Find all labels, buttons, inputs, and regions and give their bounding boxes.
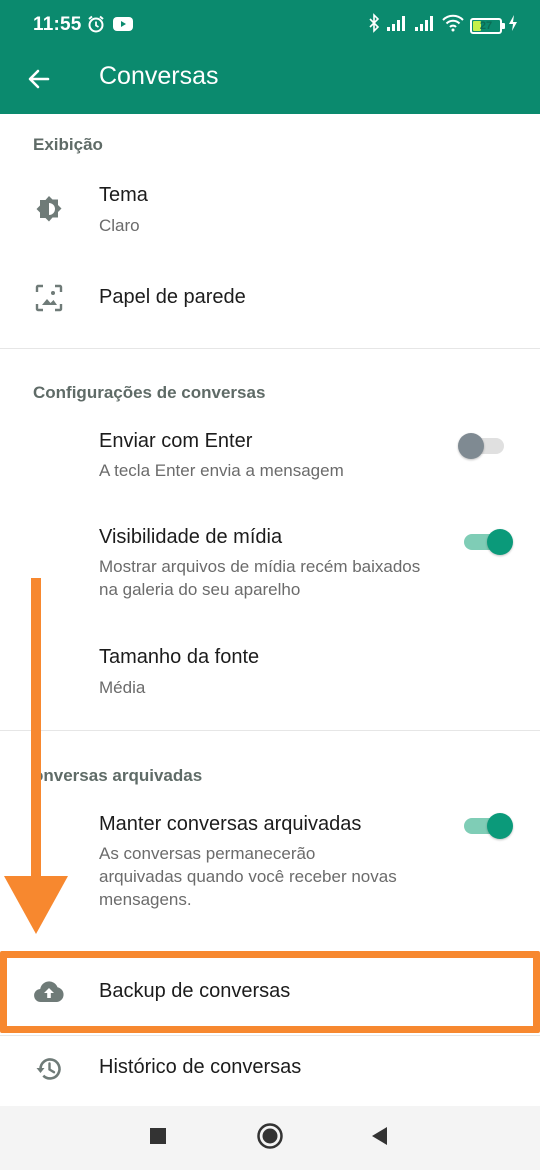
setting-font-size-subtitle: Média [99,678,146,697]
alarm-icon [86,14,106,39]
app-bar: Conversas [0,50,540,114]
youtube-icon [112,15,134,38]
setting-media-visibility-subtitle: Mostrar arquivos de mídia recém baixados… [99,557,421,599]
battery-percent: 27 [479,19,493,32]
status-bar: 11:55 27 [0,0,540,50]
section-header-archived: onversas arquivadas [33,766,203,785]
setting-wallpaper-title: Papel de parede [99,286,246,308]
status-time: 11:55 [33,14,82,35]
system-nav-bar [0,1106,540,1170]
setting-media-visibility-title: Visibilidade de mídia [99,526,283,548]
divider [0,348,540,349]
setting-keep-archived-title: Manter conversas arquivadas [99,813,362,835]
wallpaper-icon [32,281,66,315]
cloud-upload-icon [32,975,66,1009]
recents-square-icon [149,1127,167,1150]
setting-wallpaper[interactable]: Papel de parede [0,262,540,334]
charging-icon [508,14,518,37]
history-icon [32,1052,66,1086]
brightness-icon [32,192,66,226]
keep-archived-toggle[interactable] [458,809,514,843]
setting-enter-send[interactable]: Enviar com Enter A tecla Enter envia a m… [0,418,540,488]
setting-font-size[interactable]: Tamanho da fonte Média [0,636,540,708]
home-circle-icon [256,1122,284,1155]
setting-theme-subtitle: Claro [99,216,140,235]
setting-font-size-title: Tamanho da fonte [99,646,260,668]
media-visibility-toggle[interactable] [458,525,514,559]
home-button[interactable] [254,1122,286,1154]
setting-theme[interactable]: Tema Claro [0,168,540,252]
setting-chat-history-title: Histórico de conversas [99,1056,302,1078]
arrow-back-icon [27,67,51,96]
setting-keep-archived-subtitle: As conversas permanecerão arquivadas qua… [99,844,397,909]
section-header-display: Exibição [33,135,103,154]
back-button[interactable] [16,58,62,104]
setting-chat-history[interactable]: Histórico de conversas [0,1036,540,1102]
setting-chat-backup[interactable]: Backup de conversas [0,956,540,1028]
enter-send-toggle[interactable] [458,429,514,463]
setting-enter-send-subtitle: A tecla Enter envia a mensagem [99,461,344,480]
setting-keep-archived[interactable]: Manter conversas arquivadas As conversas… [0,800,540,920]
setting-theme-title: Tema [99,184,148,206]
signal-icon [386,14,408,37]
section-header-chat-settings: Configurações de conversas [33,383,266,402]
divider [0,730,540,731]
setting-enter-send-title: Enviar com Enter [99,430,253,452]
page-title: Conversas [99,62,219,90]
battery-icon: 27 [470,17,505,34]
nav-back-button[interactable] [364,1122,396,1154]
setting-media-visibility[interactable]: Visibilidade de mídia Mostrar arquivos d… [0,514,540,614]
signal-icon [414,14,436,37]
setting-chat-backup-title: Backup de conversas [99,980,291,1002]
back-triangle-icon [371,1126,389,1151]
wifi-icon [442,14,464,37]
recents-button[interactable] [142,1122,174,1154]
bluetooth-icon [368,13,380,38]
